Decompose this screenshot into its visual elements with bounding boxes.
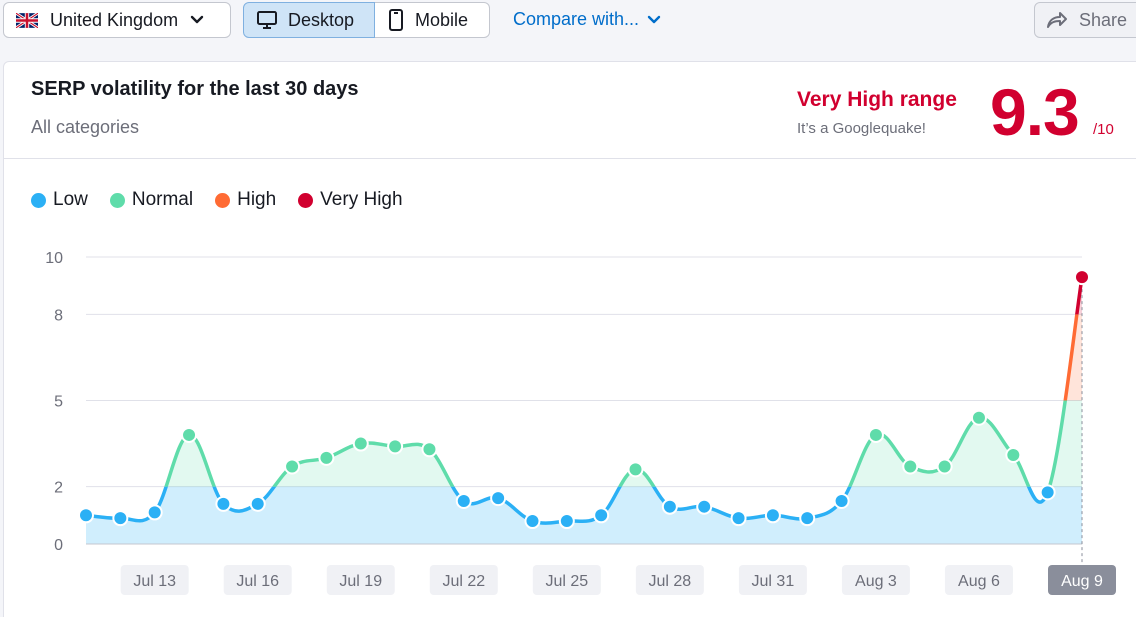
x-tick-label: Jul 22	[442, 573, 485, 590]
y-tick-label: 2	[54, 480, 63, 497]
data-point[interactable]	[421, 441, 438, 458]
data-point[interactable]	[1074, 269, 1090, 286]
data-point[interactable]	[284, 458, 301, 475]
data-point[interactable]	[936, 458, 953, 475]
data-point[interactable]	[455, 492, 472, 509]
area-band-3	[86, 277, 1082, 315]
data-point[interactable]	[558, 513, 575, 530]
area-band-2	[86, 314, 1082, 401]
data-point[interactable]	[524, 513, 541, 530]
data-point[interactable]	[181, 426, 198, 443]
x-tick-label: Jul 31	[752, 573, 795, 590]
data-point[interactable]	[902, 458, 919, 475]
data-point[interactable]	[146, 504, 163, 521]
data-point[interactable]	[799, 510, 816, 527]
data-point[interactable]	[730, 510, 747, 527]
y-tick-label: 0	[54, 537, 63, 554]
x-tick-label: Aug 9	[1061, 573, 1103, 590]
x-tick-label: Jul 13	[133, 573, 176, 590]
data-point[interactable]	[1039, 484, 1056, 501]
x-tick-label: Jul 19	[339, 573, 382, 590]
area-band-0	[86, 486, 1082, 544]
x-tick-label: Jul 16	[236, 573, 279, 590]
data-point[interactable]	[490, 490, 507, 507]
data-point[interactable]	[78, 507, 94, 524]
data-point[interactable]	[970, 409, 987, 426]
data-point[interactable]	[661, 498, 678, 515]
volatility-chart: 0 2 5 8 10 Jul 13 Jul 16 Jul 19 Jul 22 Jul 25 Jul …	[45, 250, 1116, 595]
data-point[interactable]	[833, 492, 850, 509]
data-point[interactable]	[696, 498, 713, 515]
data-point[interactable]	[112, 510, 129, 527]
x-tick-label: Jul 28	[649, 573, 692, 590]
data-point[interactable]	[627, 461, 644, 478]
x-tick-label: Jul 25	[545, 573, 588, 590]
data-point[interactable]	[1005, 447, 1022, 464]
area-band-1	[86, 400, 1082, 487]
data-point[interactable]	[593, 507, 610, 524]
data-point[interactable]	[249, 495, 266, 512]
data-point[interactable]	[215, 495, 232, 512]
x-tick-label: Aug 6	[958, 573, 1000, 590]
data-point[interactable]	[352, 435, 369, 452]
y-tick-label: 5	[54, 394, 63, 411]
x-tick-label: Aug 3	[855, 573, 897, 590]
data-point[interactable]	[318, 449, 335, 466]
data-point[interactable]	[764, 507, 781, 524]
data-point[interactable]	[867, 426, 884, 443]
data-point[interactable]	[387, 438, 404, 455]
y-tick-label: 8	[54, 307, 63, 324]
y-tick-label: 10	[45, 250, 63, 267]
